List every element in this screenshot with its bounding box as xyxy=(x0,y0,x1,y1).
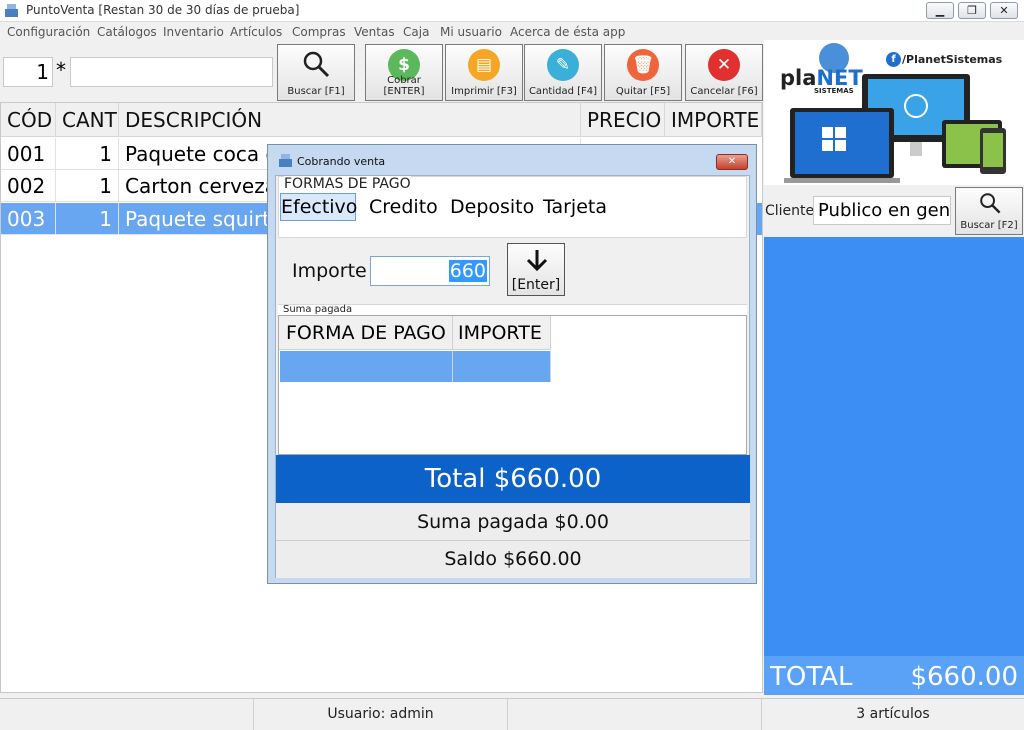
payments-table[interactable]: FORMA DE PAGO IMPORTE xyxy=(278,315,747,455)
dialog-body: FORMAS DE PAGO Efectivo Credito Deposito… xyxy=(275,175,750,578)
dialog-app-icon xyxy=(279,154,292,167)
tab-efectivo[interactable]: Efectivo xyxy=(280,193,357,221)
dialog-total: Total $660.00 xyxy=(276,455,750,503)
col-cod: CÓD xyxy=(1,103,56,137)
arrow-down-icon xyxy=(526,250,548,272)
cobrar-button[interactable]: $ Cobrar [ENTER] xyxy=(365,44,443,101)
menu-mi-usuario[interactable]: Mi usuario xyxy=(440,25,502,39)
dialog-title: Cobrando venta xyxy=(297,155,386,168)
imprimir-button[interactable]: ▤ Imprimir [F3] xyxy=(445,44,523,101)
menu-inventario[interactable]: Inventario xyxy=(163,25,224,39)
dialog-suma-pagada: Suma pagada $0.00 xyxy=(276,503,750,541)
buscar-button[interactable]: Buscar [F1] xyxy=(277,44,355,101)
enter-button[interactable]: [Enter] xyxy=(507,243,565,296)
total-value: $660.00 xyxy=(910,662,1018,692)
total-bar: TOTAL $660.00 xyxy=(764,656,1024,695)
cantidad-label: Cantidad [F4] xyxy=(528,86,598,97)
tab-credito[interactable]: Credito xyxy=(369,194,438,220)
suma-pagada-group: Suma pagada FORMA DE PAGO IMPORTE xyxy=(278,304,747,455)
buscar-label: Buscar [F1] xyxy=(287,86,345,97)
enter-label: [Enter] xyxy=(511,277,561,293)
menu-catalogos[interactable]: Catálogos xyxy=(97,25,157,39)
col-precio: PRECIO xyxy=(581,103,665,137)
cancelar-label: Cancelar [F6] xyxy=(690,86,758,97)
facebook-icon: f xyxy=(886,52,901,67)
status-articles: 3 artículos xyxy=(856,706,930,722)
status-empty-mid xyxy=(508,699,762,730)
payment-row-cell[interactable] xyxy=(453,351,551,382)
cell-cod: 003 xyxy=(1,203,56,235)
client-row: Cliente Publico en gene Buscar [F2] xyxy=(764,185,1024,237)
col-cant: CANT xyxy=(56,103,119,137)
menu-acerca[interactable]: Acerca de ésta app xyxy=(510,25,625,39)
quitar-label: Quitar [F5] xyxy=(615,86,671,97)
formas-pago-title: FORMAS DE PAGO xyxy=(284,176,411,192)
printer-icon: ▤ xyxy=(468,49,500,81)
dialog-close-button[interactable]: ✕ xyxy=(716,154,748,170)
quitar-button[interactable]: 🗑 Quitar [F5] xyxy=(604,44,682,101)
importe-value: 660 xyxy=(448,260,487,282)
brand-logo: plaNET SISTEMAS f /PlanetSistemas xyxy=(764,40,1024,185)
brand-sub: SISTEMAS xyxy=(814,87,854,95)
brand-name-pla: pla xyxy=(780,66,817,90)
close-button[interactable]: ✕ xyxy=(990,2,1018,19)
quantity-input[interactable]: 1 xyxy=(3,57,53,87)
importe-label: Importe xyxy=(292,260,367,282)
menu-bar: Configuración Catálogos Inventario Artíc… xyxy=(0,22,1024,42)
window-title: PuntoVenta [Restan 30 de 30 días de prue… xyxy=(26,3,300,17)
pencil-icon: ✎ xyxy=(547,49,579,81)
imprimir-label: Imprimir [F3] xyxy=(451,86,517,97)
menu-articulos[interactable]: Artículos xyxy=(230,25,282,39)
cell-cod: 001 xyxy=(1,138,56,170)
col-importe: IMPORTE xyxy=(665,103,762,137)
cell-cant: 1 xyxy=(56,203,119,235)
product-code-input[interactable] xyxy=(70,57,273,87)
col-descripcion: DESCRIPCIÓN xyxy=(119,103,581,137)
cell-cod: 002 xyxy=(1,170,56,202)
payment-dialog: Cobrando venta ✕ FORMAS DE PAGO Efectivo… xyxy=(267,144,757,584)
cantidad-button[interactable]: ✎ Cantidad [F4] xyxy=(524,44,602,101)
status-empty-left xyxy=(0,699,254,730)
importe-input[interactable]: 660 xyxy=(370,256,490,286)
minimize-button[interactable]: ▁ xyxy=(926,2,954,19)
menu-compras[interactable]: Compras xyxy=(292,25,346,39)
client-label: Cliente xyxy=(765,203,815,219)
trash-icon: 🗑 xyxy=(627,49,659,81)
status-user: Usuario: admin xyxy=(254,699,508,730)
formas-pago-group: FORMAS DE PAGO Efectivo Credito Deposito… xyxy=(278,176,747,238)
cancelar-button[interactable]: ✕ Cancelar [F6] xyxy=(685,44,763,101)
search-icon xyxy=(303,51,330,78)
suma-pagada-group-title: Suma pagada xyxy=(283,304,353,315)
title-bar: PuntoVenta [Restan 30 de 30 días de prue… xyxy=(0,0,1024,22)
dialog-saldo: Saldo $660.00 xyxy=(276,541,750,578)
app-icon xyxy=(5,4,18,17)
search-icon xyxy=(980,193,1001,214)
cell-cant: 1 xyxy=(56,138,119,170)
menu-configuracion[interactable]: Configuración xyxy=(7,25,90,39)
cobrar-label: Cobrar [ENTER] xyxy=(383,75,425,97)
client-input[interactable]: Publico en gene xyxy=(813,196,951,225)
tab-tarjeta[interactable]: Tarjeta xyxy=(543,194,607,220)
multiplier-sign: * xyxy=(56,58,66,82)
cell-cant: 1 xyxy=(56,170,119,202)
buscar-cliente-label: Buscar [F2] xyxy=(960,220,1018,231)
tab-deposito[interactable]: Deposito xyxy=(450,194,534,220)
social-handle: /PlanetSistemas xyxy=(902,53,1003,66)
maximize-button[interactable]: ❐ xyxy=(958,2,986,19)
col-forma-pago: FORMA DE PAGO xyxy=(279,316,453,350)
payment-row-cell[interactable] xyxy=(280,351,453,382)
total-label: TOTAL xyxy=(770,662,853,692)
buscar-cliente-button[interactable]: Buscar [F2] xyxy=(955,187,1023,235)
close-circle-icon: ✕ xyxy=(708,49,740,81)
menu-caja[interactable]: Caja xyxy=(403,25,429,39)
status-bar: Usuario: admin 3 artículos xyxy=(0,698,1024,730)
menu-ventas[interactable]: Ventas xyxy=(354,25,395,39)
col-pago-importe: IMPORTE xyxy=(453,316,551,350)
